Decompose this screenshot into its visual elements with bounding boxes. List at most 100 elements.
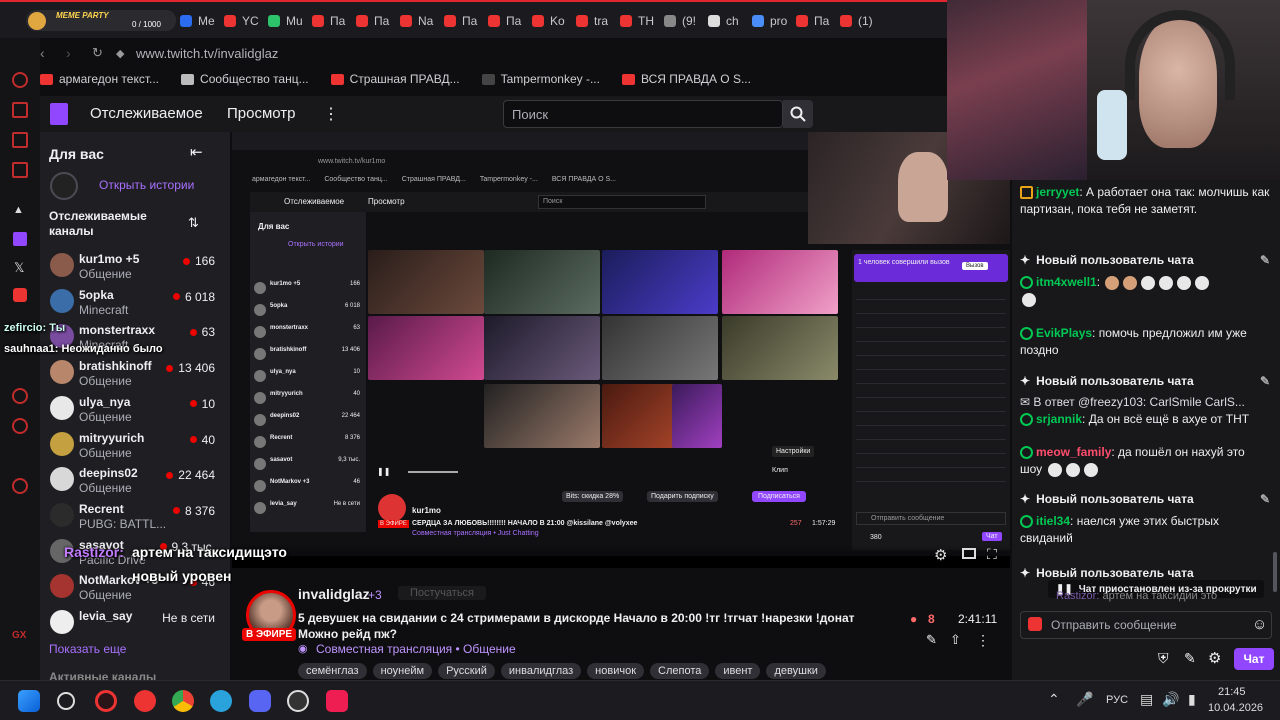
language-indicator[interactable]: РУС [1106,694,1128,706]
chat-username[interactable]: jerryyet [1036,185,1079,199]
settings-gear-icon[interactable]: ⚙ [934,546,947,564]
opera-gx-icon[interactable] [95,690,117,712]
forward-icon[interactable]: › [66,45,92,61]
stream-tag[interactable]: семёнглаз [298,663,367,679]
microphone-icon[interactable]: 🎤 [1076,691,1093,708]
back-icon[interactable]: ‹ [40,45,66,61]
pencil-icon[interactable]: ✎ [1184,650,1196,667]
chat-scrollbar[interactable] [1273,552,1277,592]
tiktok-icon[interactable] [326,690,348,712]
stream-tag[interactable]: ноунейм [372,663,433,679]
emote-picker-icon[interactable]: ☺ [1252,616,1267,633]
browser-tab[interactable]: pro [752,11,792,31]
browser-tab[interactable]: Ko [532,11,572,31]
bookmark-item[interactable]: Сообщество танц... [181,72,309,86]
sidebar-channel[interactable]: mitryyurich Общение 40 [48,429,223,463]
clock-icon[interactable] [12,418,28,434]
meme-party-widget[interactable]: MEME PARTY 0 / 1000 [26,10,176,31]
sidebar-channel[interactable]: kur1mo +5 Общение 166 [48,250,223,284]
bookmark-item[interactable]: ВСЯ ПРАВДА О S... [621,72,751,86]
yandex-icon[interactable] [13,288,27,302]
history-icon[interactable] [12,132,28,148]
settings-icon[interactable] [12,388,28,404]
twitch-sidebar-icon[interactable] [13,232,27,246]
sidebar-channel[interactable]: deepins02 Общение 22 464 [48,464,223,498]
channel-name[interactable]: invalidglaz [298,586,370,602]
share-icon[interactable]: ⇧ [950,632,961,648]
chat-username[interactable]: srjannik [1036,412,1082,426]
stream-tag[interactable]: инвалидглаз [500,663,582,679]
yandex-browser-icon[interactable] [134,690,156,712]
sidebar-channel[interactable]: bratishkinoff Общение 13 406 [48,357,223,391]
bookmark-item[interactable]: Страшная ПРАВД... [330,72,460,86]
chat-username[interactable]: meow_family [1036,445,1111,459]
browser-tab[interactable]: ch [708,11,748,31]
follow-button[interactable]: Постучаться [398,586,487,600]
browser-tab[interactable]: TH [620,11,660,31]
sidebar-channel[interactable]: ulya_nya Общение 10 [48,393,223,427]
vk-icon[interactable]: ▲ [13,204,24,216]
stories-avatar[interactable] [50,172,78,200]
show-more-link[interactable]: Показать еще [49,642,126,656]
clock-time[interactable]: 21:45 [1218,686,1246,698]
battery-icon[interactable]: ▮ [1188,691,1196,708]
obs-icon[interactable] [287,690,309,712]
browser-tab[interactable]: (1) [840,11,880,31]
chat-send-button[interactable]: Чат [1234,648,1274,670]
stream-tag[interactable]: новичок [587,663,645,679]
browser-tab[interactable]: Па [312,11,352,31]
sidebar-channel[interactable]: Recrent PUBG: BATTL... 8 376 [48,500,223,534]
browser-tab[interactable]: Па [796,11,836,31]
search-button[interactable] [783,100,813,128]
stream-tag[interactable]: Слепота [650,663,710,679]
telegram-icon[interactable] [210,690,232,712]
search-input[interactable]: Поиск [503,100,783,128]
more-options-icon[interactable]: ⋮ [976,632,990,649]
volume-icon[interactable]: 🔊 [1162,691,1179,708]
shield-icon[interactable]: ⛨ [1158,650,1169,667]
stream-tag[interactable]: ивент [715,663,761,679]
browser-tab[interactable]: Па [356,11,396,31]
bookmark-item[interactable]: Tampermonkey -... [481,72,600,86]
chat-username[interactable]: itiel34 [1036,514,1070,528]
chat-settings-icon[interactable]: ⚙ [1208,649,1221,667]
browser-tab[interactable]: Па [488,11,528,31]
home-icon[interactable] [12,72,28,88]
video-player[interactable]: www.twitch.tv/kur1mo армагедон текст... … [232,132,1010,568]
record-icon[interactable] [1028,617,1042,631]
discord-icon[interactable] [249,690,271,712]
browser-tab[interactable]: Mu [268,11,308,31]
tray-chevron-icon[interactable]: ⌃ [1048,691,1060,708]
more-icon[interactable]: ⋮ [323,104,339,124]
taskbar-search-icon[interactable] [57,692,75,710]
chat-username[interactable]: Rastizor: [1056,590,1099,602]
url-text[interactable]: www.twitch.tv/invalidglaz [136,46,278,61]
open-stories-link[interactable]: Открыть истории [99,178,194,192]
network-icon[interactable]: ▤ [1140,691,1153,708]
browser-tab[interactable]: Me [180,11,220,31]
sort-icon[interactable]: ⇅ [188,215,199,231]
browser-tab[interactable]: tra [576,11,616,31]
gx-icon[interactable]: GX [12,630,26,641]
stream-tag[interactable]: девушки [766,663,826,679]
chrome-icon[interactable] [172,690,194,712]
clock-date[interactable]: 10.04.2026 [1208,702,1263,714]
theatre-mode-icon[interactable] [962,548,976,559]
chat-username[interactable]: itm4xwell1 [1036,275,1097,289]
nav-following[interactable]: Отслеживаемое [90,105,203,122]
stream-tag[interactable]: Русский [438,663,495,679]
chat-username[interactable]: EvikPlays [1036,326,1092,340]
twitch-logo-icon[interactable] [50,103,68,125]
edit-icon[interactable]: ✎ [926,632,937,648]
collapse-sidebar-icon[interactable]: ⇤ [190,143,203,161]
info-icon[interactable] [12,478,28,494]
fullscreen-icon[interactable]: ⛶ [987,546,997,563]
bookmarks-icon[interactable] [12,102,28,118]
sidebar-channel[interactable]: levia_say Не в сети [48,607,223,641]
category-link[interactable]: Совместная трансляция • Общение [316,642,516,656]
x-icon[interactable]: 𝕏 [14,260,24,276]
browser-tab[interactable]: (9! [664,11,704,31]
sidebar-channel[interactable]: 5opka Minecraft 6 018 [48,286,223,320]
browser-tab[interactable]: YC [224,11,264,31]
bookmark-item[interactable]: армагедон текст... [40,72,159,86]
